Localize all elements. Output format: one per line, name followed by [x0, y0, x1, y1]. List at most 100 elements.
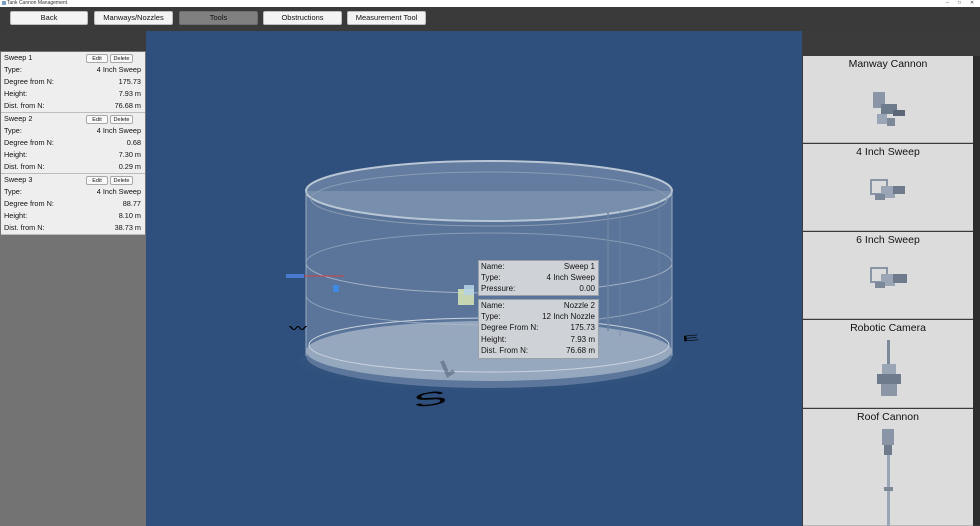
nozzle-info-tooltip: Name: Nozzle 2 Type: 12 Inch Nozzle Degree… [478, 299, 599, 359]
toolbar: Back Manways/Nozzles Tools Obstructions … [0, 7, 980, 30]
field-label: Dist. from N: [4, 223, 45, 232]
sweep-degree-row: Degree from N: 88.77 [1, 198, 145, 210]
field-value: 8.10 m [118, 211, 141, 220]
edit-button[interactable]: Edit [86, 54, 108, 63]
sweep-distance-row: Dist. from N: 0.29 m [1, 161, 145, 173]
info-label: Height: [481, 334, 507, 344]
edit-button[interactable]: Edit [86, 115, 108, 124]
roof-cannon-icon [882, 429, 894, 526]
info-value: 76.68 m [566, 345, 595, 355]
sweep-card: Sweep 3 Edit Delete Type: 4 Inch Sweep De… [1, 174, 145, 235]
robotic-camera-icon [877, 340, 901, 396]
compass-south: S [412, 386, 449, 412]
sweep-name: Sweep 1 [4, 53, 33, 62]
field-label: Height: [4, 150, 28, 159]
app-icon [2, 1, 6, 5]
tool-palette-scrollbar[interactable] [973, 56, 980, 525]
field-label: Dist. from N: [4, 162, 45, 171]
field-value: 4 Inch Sweep [96, 187, 141, 196]
field-label: Degree from N: [4, 77, 54, 86]
info-value: Sweep 1 [563, 262, 595, 271]
tank-3d-viewport[interactable]: S E W Name: Sweep 1 Type: 4 Inch Sweep Pre… [146, 31, 802, 526]
edit-button[interactable]: Edit [86, 176, 108, 185]
manways-nozzles-button[interactable]: Manways/Nozzles [94, 11, 173, 25]
delete-button[interactable]: Delete [110, 54, 133, 63]
minimize-icon[interactable]: – [946, 0, 949, 7]
sweep-info-tooltip: Name: Sweep 1 Type: 4 Inch Sweep Pressure:… [478, 260, 599, 296]
field-value: 7.93 m [118, 89, 141, 98]
tool-4-inch-sweep[interactable]: 4 Inch Sweep [803, 144, 973, 231]
info-label: Degree From N: [481, 323, 539, 333]
sweep-height-row: Height: 8.10 m [1, 210, 145, 222]
tool-label: 4 Inch Sweep [856, 146, 920, 158]
sweep-header: Sweep 3 Edit Delete [1, 174, 145, 186]
sweep-list-panel: Sweep 1 Edit Delete Type: 4 Inch Sweep De… [0, 31, 146, 526]
tool-label: Robotic Camera [850, 322, 926, 334]
field-label: Type: [4, 65, 22, 74]
delete-button[interactable]: Delete [110, 176, 133, 185]
field-value: 0.68 [126, 138, 141, 147]
info-value: 7.93 m [570, 334, 595, 344]
field-value: 0.29 m [118, 162, 141, 171]
field-value: 4 Inch Sweep [96, 126, 141, 135]
field-label: Type: [4, 126, 22, 135]
sweep-degree-row: Degree from N: 175.73 [1, 76, 145, 88]
tool-roof-cannon[interactable]: Roof Cannon [803, 409, 973, 526]
back-button[interactable]: Back [10, 11, 88, 25]
field-label: Type: [4, 187, 22, 196]
sweep-distance-row: Dist. from N: 38.73 m [1, 222, 145, 234]
tool-6-inch-sweep[interactable]: 6 Inch Sweep [803, 232, 973, 319]
sweep-distance-row: Dist. from N: 76.68 m [1, 100, 145, 112]
compass-east: E [682, 333, 700, 343]
measurement-tool-button[interactable]: Measurement Tool [347, 11, 426, 25]
info-value: 12 Inch Nozzle [542, 312, 595, 322]
panel-header [0, 31, 146, 51]
sweep-type-row: Type: 4 Inch Sweep [1, 64, 145, 76]
sweep-degree-row: Degree from N: 0.68 [1, 137, 145, 149]
tank-model: S E W [286, 160, 700, 412]
sweep-name: Sweep 3 [4, 175, 33, 184]
field-value: 88.77 [122, 199, 141, 208]
tool-robotic-camera[interactable]: Robotic Camera [803, 320, 973, 408]
sweep-name: Sweep 2 [4, 114, 33, 123]
tool-label: 6 Inch Sweep [856, 234, 920, 246]
info-value: Nozzle 2 [563, 301, 595, 310]
manway-cannon-icon [873, 92, 905, 126]
info-value: 4 Inch Sweep [546, 273, 595, 283]
info-label: Name: [481, 262, 505, 271]
six-inch-sweep-icon [870, 267, 907, 288]
info-label: Pressure: [481, 284, 516, 294]
sweep-type-row: Type: 4 Inch Sweep [1, 186, 145, 198]
maximize-icon[interactable]: □ [958, 0, 961, 7]
sweep-header: Sweep 2 Edit Delete [1, 113, 145, 125]
field-label: Height: [4, 211, 28, 220]
sweep-height-row: Height: 7.30 m [1, 149, 145, 161]
close-icon[interactable]: ✕ [970, 0, 974, 7]
tool-manway-cannon[interactable]: Manway Cannon [803, 56, 973, 143]
field-value: 7.30 m [118, 150, 141, 159]
tools-button[interactable]: Tools [179, 11, 258, 25]
info-label: Name: [481, 301, 505, 310]
window-title: Tank Cannon Management [7, 0, 68, 6]
sweep-header: Sweep 1 Edit Delete [1, 52, 145, 64]
tool-palette: Manway Cannon 4 Inch Sweep 6 Inch Sweep … [802, 31, 980, 526]
four-inch-sweep-icon [870, 179, 905, 200]
field-value: 175.73 [118, 77, 141, 86]
field-label: Degree from N: [4, 199, 54, 208]
obstructions-button[interactable]: Obstructions [263, 11, 342, 25]
field-label: Dist. from N: [4, 101, 45, 110]
info-label: Type: [481, 312, 501, 322]
field-label: Height: [4, 89, 28, 98]
info-value: 175.73 [570, 323, 595, 333]
field-value: 38.73 m [114, 223, 141, 232]
compass-west: W [289, 326, 308, 332]
delete-button[interactable]: Delete [110, 115, 133, 124]
sweep-card: Sweep 1 Edit Delete Type: 4 Inch Sweep De… [1, 52, 145, 113]
sweep-card: Sweep 2 Edit Delete Type: 4 Inch Sweep De… [1, 113, 145, 174]
tool-label: Manway Cannon [848, 58, 928, 70]
info-label: Dist. From N: [481, 345, 529, 355]
field-label: Degree from N: [4, 138, 54, 147]
field-value: 76.68 m [114, 101, 141, 110]
info-label: Type: [481, 273, 501, 283]
info-value: 0.00 [579, 284, 595, 294]
